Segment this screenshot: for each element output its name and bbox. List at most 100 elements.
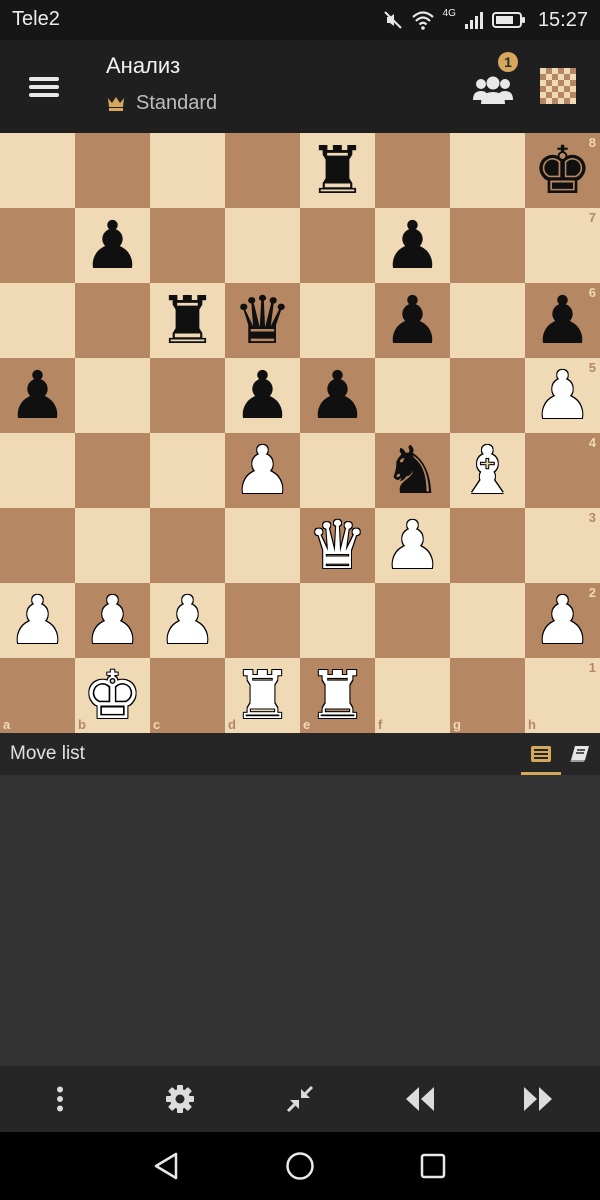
move-list-tab[interactable] (521, 733, 561, 775)
black-rook-c6[interactable]: ♜ (150, 283, 225, 358)
square-c3[interactable] (150, 508, 225, 583)
black-pawn-f6[interactable]: ♟ (375, 283, 450, 358)
black-pawn-f7[interactable]: ♟ (375, 208, 450, 283)
square-g5[interactable] (450, 358, 525, 433)
variant-selector[interactable]: Standard (106, 90, 217, 116)
square-f5[interactable] (375, 358, 450, 433)
black-knight-f4[interactable]: ♞ (375, 433, 450, 508)
square-h2[interactable]: 2 ♟ (525, 583, 600, 658)
white-pawn-h2[interactable]: ♟ (525, 583, 600, 658)
chess-board[interactable]: ♜ 8 ♚ ♟ ♟ 7 ♜ ♛ ♟ 6 ♟ ♟ ♟ ♟ 5 ♟ ♟ ♞ ♝ 4 ♛ ♟ 3 ♟ ♟ ♟ 2 ♟ a b ♚ c d ♜ e ♜ f g h 1 (0, 133, 600, 733)
white-pawn-b2[interactable]: ♟ (75, 583, 150, 658)
square-c4[interactable] (150, 433, 225, 508)
square-a1[interactable]: a (0, 658, 75, 733)
white-rook-d1[interactable]: ♜ (225, 658, 300, 733)
white-bishop-g4[interactable]: ♝ (450, 433, 525, 508)
square-e8[interactable]: ♜ (300, 133, 375, 208)
square-c6[interactable]: ♜ (150, 283, 225, 358)
square-a6[interactable] (0, 283, 75, 358)
square-g1[interactable]: g (450, 658, 525, 733)
square-g8[interactable] (450, 133, 525, 208)
square-b2[interactable]: ♟ (75, 583, 150, 658)
square-h8[interactable]: 8 ♚ (525, 133, 600, 208)
white-pawn-a2[interactable]: ♟ (0, 583, 75, 658)
square-b8[interactable] (75, 133, 150, 208)
black-queen-d6[interactable]: ♛ (225, 283, 300, 358)
white-king-b1[interactable]: ♚ (75, 658, 150, 733)
square-h1[interactable]: h1 (525, 658, 600, 733)
more-options-button[interactable] (40, 1079, 80, 1119)
fast-forward-button[interactable] (518, 1079, 558, 1119)
square-b6[interactable] (75, 283, 150, 358)
black-king-h8[interactable]: ♚ (525, 133, 600, 208)
square-e7[interactable] (300, 208, 375, 283)
square-d1[interactable]: d ♜ (225, 658, 300, 733)
square-d7[interactable] (225, 208, 300, 283)
black-pawn-h6[interactable]: ♟ (525, 283, 600, 358)
white-queen-e3[interactable]: ♛ (300, 508, 375, 583)
square-e2[interactable] (300, 583, 375, 658)
back-button[interactable] (146, 1146, 186, 1186)
black-pawn-e5[interactable]: ♟ (300, 358, 375, 433)
black-pawn-b7[interactable]: ♟ (75, 208, 150, 283)
settings-button[interactable] (160, 1079, 200, 1119)
white-pawn-h5[interactable]: ♟ (525, 358, 600, 433)
white-pawn-f3[interactable]: ♟ (375, 508, 450, 583)
square-c5[interactable] (150, 358, 225, 433)
black-rook-e8[interactable]: ♜ (300, 133, 375, 208)
square-a3[interactable] (0, 508, 75, 583)
home-button[interactable] (280, 1146, 320, 1186)
square-a8[interactable] (0, 133, 75, 208)
square-h3[interactable]: 3 (525, 508, 600, 583)
square-a2[interactable]: ♟ (0, 583, 75, 658)
square-d3[interactable] (225, 508, 300, 583)
square-b1[interactable]: b ♚ (75, 658, 150, 733)
recents-button[interactable] (413, 1146, 453, 1186)
square-f8[interactable] (375, 133, 450, 208)
rewind-button[interactable] (400, 1079, 440, 1119)
black-pawn-d5[interactable]: ♟ (225, 358, 300, 433)
square-d5[interactable]: ♟ (225, 358, 300, 433)
square-f4[interactable]: ♞ (375, 433, 450, 508)
square-f3[interactable]: ♟ (375, 508, 450, 583)
square-c7[interactable] (150, 208, 225, 283)
square-f7[interactable]: ♟ (375, 208, 450, 283)
square-c2[interactable]: ♟ (150, 583, 225, 658)
square-b5[interactable] (75, 358, 150, 433)
minimize-button[interactable] (280, 1079, 320, 1119)
square-b4[interactable] (75, 433, 150, 508)
square-h7[interactable]: 7 (525, 208, 600, 283)
white-pawn-d4[interactable]: ♟ (225, 433, 300, 508)
square-f2[interactable] (375, 583, 450, 658)
opening-book-tab[interactable] (563, 733, 597, 775)
square-e1[interactable]: e ♜ (300, 658, 375, 733)
square-g6[interactable] (450, 283, 525, 358)
square-d8[interactable] (225, 133, 300, 208)
square-b3[interactable] (75, 508, 150, 583)
square-e4[interactable] (300, 433, 375, 508)
square-h5[interactable]: 5 ♟ (525, 358, 600, 433)
square-d6[interactable]: ♛ (225, 283, 300, 358)
square-b7[interactable]: ♟ (75, 208, 150, 283)
square-g4[interactable]: ♝ (450, 433, 525, 508)
square-a5[interactable]: ♟ (0, 358, 75, 433)
square-e5[interactable]: ♟ (300, 358, 375, 433)
board-view-button[interactable] (540, 68, 576, 104)
square-g7[interactable] (450, 208, 525, 283)
square-d2[interactable] (225, 583, 300, 658)
square-e6[interactable] (300, 283, 375, 358)
square-h4[interactable]: 4 (525, 433, 600, 508)
square-d4[interactable]: ♟ (225, 433, 300, 508)
square-f6[interactable]: ♟ (375, 283, 450, 358)
black-pawn-a5[interactable]: ♟ (0, 358, 75, 433)
square-a4[interactable] (0, 433, 75, 508)
square-a7[interactable] (0, 208, 75, 283)
white-rook-e1[interactable]: ♜ (300, 658, 375, 733)
square-c1[interactable]: c (150, 658, 225, 733)
white-pawn-c2[interactable]: ♟ (150, 583, 225, 658)
square-e3[interactable]: ♛ (300, 508, 375, 583)
square-g2[interactable] (450, 583, 525, 658)
menu-button[interactable] (20, 66, 68, 108)
square-g3[interactable] (450, 508, 525, 583)
square-f1[interactable]: f (375, 658, 450, 733)
